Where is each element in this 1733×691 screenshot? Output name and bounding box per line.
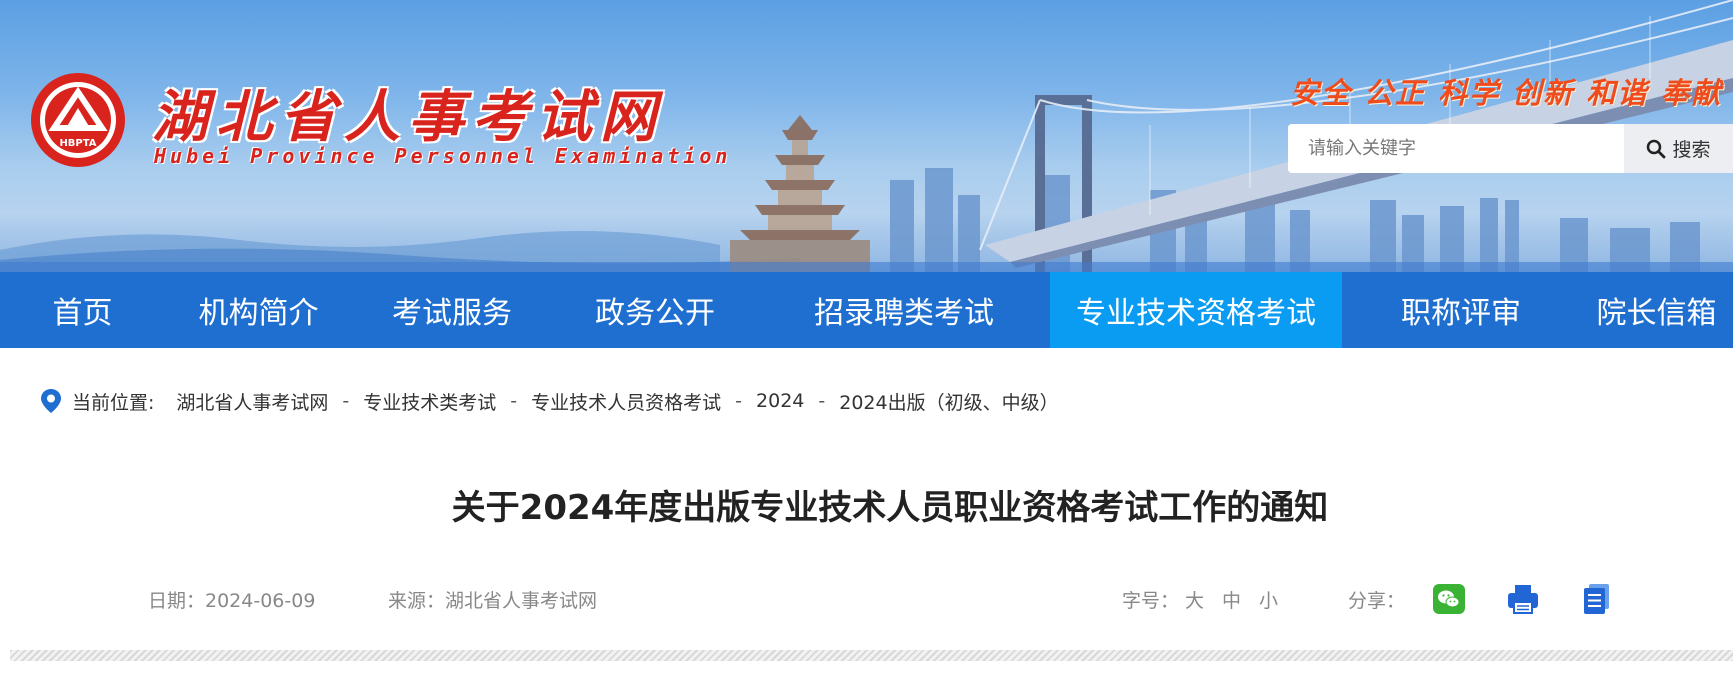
nav-item-label: 考试服务 (392, 296, 512, 331)
emblem-text: HBPTA (59, 138, 96, 149)
search-bar: 搜索 (1288, 124, 1733, 173)
breadcrumb-link[interactable]: 专业技术类考试 (363, 388, 496, 415)
nav-item-home[interactable]: 首页 (0, 272, 165, 348)
nav-item-title-evaluation[interactable]: 职称评审 (1342, 272, 1580, 348)
search-icon (1647, 139, 1666, 158)
nav-item-recruitment-exams[interactable]: 招录聘类考试 (758, 272, 1050, 348)
nav-item-label: 招录聘类考试 (814, 296, 994, 331)
breadcrumb-separator: - (818, 390, 826, 412)
breadcrumb-separator: - (735, 390, 743, 412)
nav-item-label: 首页 (52, 296, 113, 331)
share-label: 分享： (1348, 589, 1406, 612)
search-button[interactable]: 搜索 (1624, 124, 1733, 173)
font-size-large[interactable]: 大 (1185, 586, 1204, 613)
document-icon[interactable] (1580, 583, 1614, 615)
nav-item-label: 专业技术资格考试 (1076, 296, 1316, 331)
search-input[interactable] (1288, 124, 1624, 173)
nav-item-government-affairs[interactable]: 政务公开 (552, 272, 758, 348)
font-size-label: 字号： (1122, 589, 1180, 612)
breadcrumb-label: 当前位置: (72, 391, 155, 414)
search-button-label: 搜索 (1672, 139, 1711, 161)
font-size-small[interactable]: 小 (1259, 586, 1278, 613)
nav-item-professional-qualification-exams[interactable]: 专业技术资格考试 (1050, 272, 1342, 348)
breadcrumb-link[interactable]: 湖北省人事考试网 (176, 388, 328, 415)
header-slogan: 安全 公正 科学 创新 和谐 奉献 (1290, 76, 1723, 110)
breadcrumb-link[interactable]: 专业技术人员资格考试 (531, 388, 721, 415)
breadcrumb-link[interactable]: 2024 (756, 390, 804, 412)
nav-item-label: 政务公开 (595, 296, 715, 331)
print-icon[interactable] (1506, 583, 1540, 615)
breadcrumb: 当前位置: 湖北省人事考试网 - 专业技术类考试 - 专业技术人员资格考试 - … (40, 384, 1059, 418)
main-nav: 首页 机构简介 考试服务 政务公开 招录聘类考试 专业技术资格考试 职称评审 院… (0, 272, 1733, 348)
breadcrumb-link[interactable]: 2024出版（初级、中级） (839, 388, 1058, 415)
wechat-icon[interactable] (1432, 583, 1466, 615)
article-source: 来源：湖北省人事考试网 (388, 582, 597, 616)
article-date: 日期：2024-06-09 (148, 582, 315, 616)
breadcrumb-separator: - (510, 390, 518, 412)
font-size-control: 字号： 大 中 小 (1122, 582, 1278, 616)
site-title-en: Hubei Province Personnel Examination (154, 144, 732, 168)
nav-item-label: 职称评审 (1401, 296, 1521, 331)
header-banner: HBPTA 湖北省人事考试网 Hubei Province Personnel … (0, 0, 1733, 272)
nav-item-director-mailbox[interactable]: 院长信箱 (1580, 272, 1733, 348)
share-control: 分享： (1348, 582, 1405, 616)
content-divider (10, 650, 1733, 661)
hbpta-emblem-logo: HBPTA (31, 73, 125, 167)
article-date-text: 日期：2024-06-09 (148, 589, 316, 612)
nav-item-label: 院长信箱 (1596, 296, 1717, 331)
breadcrumb-separator: - (342, 390, 350, 412)
font-size-medium[interactable]: 中 (1222, 586, 1241, 613)
location-pin-icon (41, 389, 61, 413)
site-title-cn[interactable]: 湖北省人事考试网 (152, 72, 664, 153)
nav-item-about[interactable]: 机构简介 (165, 272, 352, 348)
article-title: 关于2024年度出版专业技术人员职业资格考试工作的通知 (451, 488, 1329, 528)
nav-item-label: 机构简介 (198, 296, 319, 331)
nav-item-exam-services[interactable]: 考试服务 (352, 272, 552, 348)
article-source-text: 来源：湖北省人事考试网 (388, 589, 598, 612)
